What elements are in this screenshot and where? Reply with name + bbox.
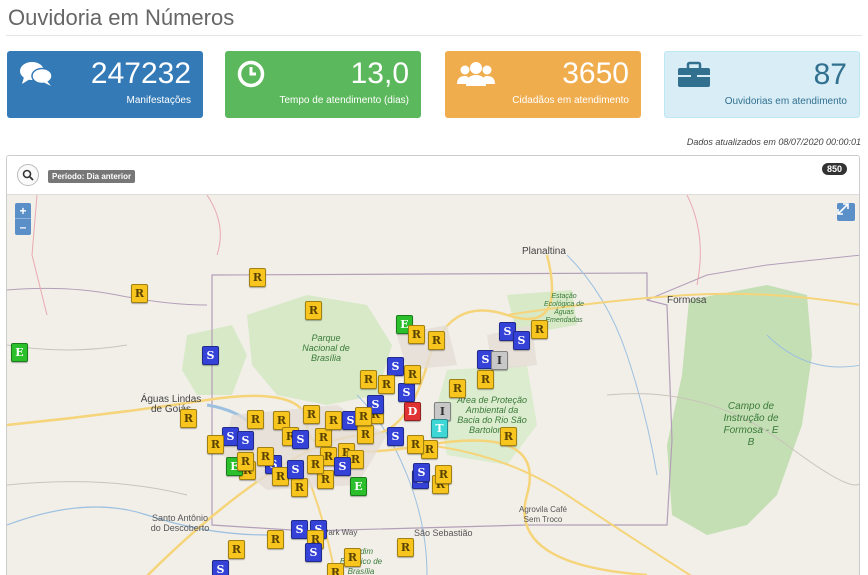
- zoom-in-button[interactable]: +: [15, 203, 31, 219]
- briefcase-icon: [677, 61, 711, 94]
- map-marker[interactable]: R: [267, 530, 284, 549]
- map-toolbar: Período: Dia anterior 850: [7, 156, 859, 195]
- period-filter-label[interactable]: Período: Dia anterior: [48, 170, 136, 183]
- stat-value: 13,0: [350, 57, 409, 90]
- map-marker[interactable]: R: [477, 370, 494, 389]
- map-marker[interactable]: E: [11, 343, 28, 362]
- title-divider: [6, 35, 862, 36]
- map-marker[interactable]: R: [378, 375, 395, 394]
- map-panel: Período: Dia anterior 850 + – Planaltina…: [6, 155, 860, 575]
- map-marker[interactable]: R: [291, 478, 308, 497]
- map-marker[interactable]: R: [307, 455, 324, 474]
- place-label: Park Way: [323, 528, 358, 537]
- map-marker[interactable]: R: [500, 427, 517, 446]
- map-marker[interactable]: I: [491, 351, 508, 370]
- users-icon: [457, 60, 495, 93]
- map-marker[interactable]: R: [531, 320, 548, 339]
- map-marker[interactable]: R: [407, 435, 424, 454]
- stat-card-cidadaos: 3650 Cidadãos em atendimento: [445, 51, 641, 118]
- zoom-search-button[interactable]: [17, 164, 39, 186]
- map-marker[interactable]: R: [228, 540, 245, 559]
- map-marker[interactable]: R: [408, 325, 425, 344]
- map-marker[interactable]: S: [237, 431, 254, 450]
- stat-label: Cidadãos em atendimento: [512, 95, 629, 106]
- marker-count-badge: 850: [821, 163, 847, 175]
- map-marker[interactable]: R: [327, 563, 344, 575]
- map-marker[interactable]: R: [404, 365, 421, 384]
- magnifier-icon: [22, 169, 34, 181]
- comments-icon: [19, 60, 53, 93]
- zoom-out-button[interactable]: –: [15, 219, 31, 235]
- map-marker[interactable]: R: [303, 405, 320, 424]
- stat-card-ouvidorias: 87 Ouvidorias em atendimento: [664, 51, 860, 118]
- place-label: Campo de Instrução de Formosa - E B: [723, 401, 779, 448]
- map-marker[interactable]: R: [315, 428, 332, 447]
- place-label: Planaltina: [522, 246, 566, 257]
- stat-card-tempo: 13,0 Tempo de atendimento (dias): [225, 51, 421, 118]
- last-updated-text: Dados atualizados em 08/07/2020 00:00:01: [686, 137, 861, 147]
- map-marker[interactable]: S: [413, 463, 430, 482]
- map-marker[interactable]: S: [387, 427, 404, 446]
- map-marker[interactable]: S: [398, 383, 415, 402]
- map-marker[interactable]: S: [513, 331, 530, 350]
- map-marker[interactable]: S: [292, 430, 309, 449]
- map-marker[interactable]: R: [428, 331, 445, 350]
- map-marker[interactable]: S: [387, 357, 404, 376]
- place-label: Santo Antônio do Descoberto: [150, 513, 210, 533]
- map-marker[interactable]: S: [202, 346, 219, 365]
- map-background: [7, 195, 859, 575]
- stat-card-manifestacoes: 247232 Manifestações: [7, 51, 203, 118]
- map-marker[interactable]: S: [212, 560, 229, 575]
- map-marker[interactable]: R: [305, 301, 322, 320]
- stat-value: 247232: [90, 57, 191, 90]
- map-marker[interactable]: D: [404, 402, 421, 421]
- map-marker[interactable]: R: [247, 410, 264, 429]
- stat-label: Tempo de atendimento (dias): [279, 95, 409, 106]
- map-marker[interactable]: S: [287, 460, 304, 479]
- map-marker[interactable]: R: [180, 409, 197, 428]
- stat-value: 87: [813, 58, 847, 91]
- fullscreen-button[interactable]: [837, 203, 855, 221]
- map-marker[interactable]: R: [357, 425, 374, 444]
- place-label: São Sebastião: [414, 528, 473, 538]
- place-label: Formosa: [667, 295, 707, 306]
- map-marker[interactable]: R: [397, 538, 414, 557]
- map-canvas[interactable]: + – Planaltina Formosa Parque Nacional d…: [7, 195, 859, 575]
- map-marker[interactable]: R: [131, 284, 148, 303]
- map-marker[interactable]: S: [334, 457, 351, 476]
- stat-value: 3650: [562, 57, 629, 90]
- stat-label: Ouvidorias em atendimento: [724, 96, 847, 107]
- stat-label: Manifestações: [126, 95, 191, 106]
- place-label: Agrovila Café Sem Troco: [518, 505, 568, 524]
- page-title: Ouvidoria em Números: [8, 5, 235, 30]
- map-marker[interactable]: R: [360, 370, 377, 389]
- map-marker[interactable]: R: [355, 407, 372, 426]
- map-marker[interactable]: R: [325, 411, 342, 430]
- map-marker[interactable]: E: [350, 477, 367, 496]
- map-marker[interactable]: R: [449, 379, 466, 398]
- place-label: Parque Nacional de Brasília: [302, 333, 350, 363]
- expand-icon: [837, 203, 849, 215]
- map-marker[interactable]: R: [249, 268, 266, 287]
- map-marker[interactable]: S: [291, 520, 308, 539]
- map-marker[interactable]: R: [344, 548, 361, 567]
- map-marker[interactable]: R: [435, 465, 452, 484]
- map-marker[interactable]: S: [305, 543, 322, 562]
- place-label: Área de Proteção Ambiental da Bacia do R…: [456, 395, 528, 435]
- clock-icon: [237, 60, 265, 93]
- map-marker[interactable]: R: [237, 452, 254, 471]
- map-marker[interactable]: T: [431, 419, 448, 438]
- map-marker[interactable]: R: [257, 447, 274, 466]
- zoom-control: + –: [15, 203, 31, 235]
- map-marker[interactable]: R: [207, 435, 224, 454]
